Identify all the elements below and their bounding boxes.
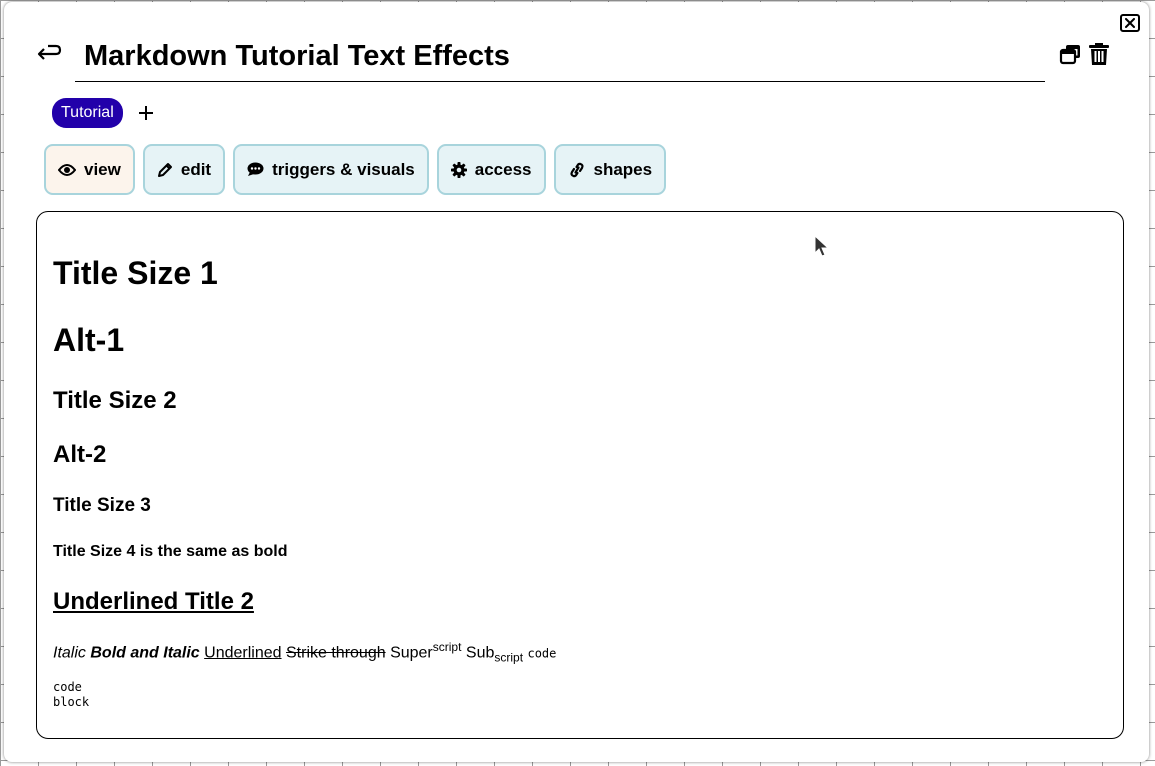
subscript-text: script [494,650,524,665]
duplicate-icon [1059,45,1080,65]
tab-label: view [84,159,121,179]
back-button[interactable] [34,38,62,68]
heading-title-size-2: Title Size 2 [53,387,177,414]
superscript-base: Super [390,644,433,662]
comment-icon [247,162,264,176]
heading-title-size-3: Title Size 3 [53,495,151,516]
link-icon [569,162,584,177]
note-dialog: Tutorial view edit [4,2,1149,762]
tab-view[interactable]: view [44,144,135,195]
trash-icon [1089,43,1109,65]
tab-triggers-visuals[interactable]: triggers & visuals [233,144,429,195]
mouse-pointer-icon [814,235,830,257]
code-block: code block [53,680,90,709]
tab-label: access [474,159,532,179]
duplicate-button[interactable] [1059,42,1083,66]
close-button[interactable] [1120,14,1140,32]
inline-styles-paragraph: Italic Bold and Italic Underlined Strike… [53,640,556,665]
tab-label: edit [180,159,212,179]
return-arrow-icon [37,44,62,60]
subscript-base: Sub [465,644,495,662]
superscript-text: script [432,640,462,654]
tag-list: Tutorial [52,98,155,128]
inline-code: code [527,646,557,661]
tab-edit[interactable]: edit [142,144,226,195]
tag-tutorial[interactable]: Tutorial [52,98,123,128]
heading-alt-2: Alt-2 [53,441,107,468]
tab-access[interactable]: access [436,144,546,195]
strikethrough-text: Strike through [286,644,386,662]
heading-alt-1: Alt-1 [53,322,125,358]
eye-icon [58,163,76,176]
heading-title-size-1: Title Size 1 [53,255,218,291]
tab-label: shapes [593,159,653,179]
pencil-icon [157,162,172,177]
heading-title-size-4: Title Size 4 is the same as bold [53,543,288,560]
heading-underlined-title-2: Underlined Title 2 [53,588,254,615]
tab-shapes[interactable]: shapes [553,144,667,195]
underlined-text: Underlined [204,644,282,662]
title-input[interactable] [75,32,1045,82]
italic-text: Italic [53,644,86,662]
add-tag-button[interactable] [137,104,155,122]
delete-button[interactable] [1088,42,1110,66]
bold-italic-text: Bold and Italic [90,644,200,662]
tab-bar: view edit triggers & visuals access shap… [44,144,674,195]
markdown-preview: Title Size 1 Alt-1 Title Size 2 Alt-2 Ti… [36,211,1124,739]
close-icon [1125,18,1135,28]
plus-icon [138,106,153,120]
tab-label: triggers & visuals [272,159,415,179]
gear-icon [450,161,467,178]
